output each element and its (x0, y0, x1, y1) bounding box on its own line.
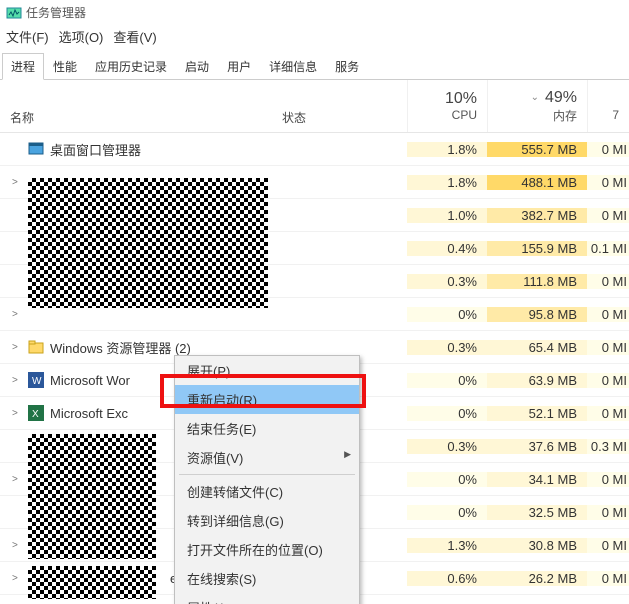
context-menu-item[interactable]: 转到详细信息(G) (175, 506, 359, 535)
cpu-cell: 0.3% (407, 340, 487, 355)
context-menu: 展开(P)重新启动(R)结束任务(E)资源值(V)▶ 创建转储文件(C)转到详细信… (174, 355, 360, 604)
cpu-cell: 0% (407, 505, 487, 520)
tabstrip: 进程性能应用历史记录启动用户详细信息服务 (0, 52, 629, 80)
dwm-icon (28, 141, 44, 157)
mem-cell: 95.8 MB (487, 307, 587, 322)
process-name: 桌面窗口管理器 (50, 140, 141, 159)
disk-cell: 0 MI (587, 538, 629, 553)
titlebar: 任务管理器 (0, 0, 629, 25)
expand-chevron-icon[interactable]: > (12, 474, 24, 485)
mem-cell: 111.8 MB (487, 274, 587, 289)
sort-chevron-icon: ⌄ (531, 92, 539, 103)
cpu-cell: 0% (407, 307, 487, 322)
explorer-icon (28, 339, 44, 355)
context-menu-item[interactable]: 在线搜索(S) (175, 564, 359, 593)
cpu-cell: 0% (407, 472, 487, 487)
tab-3[interactable]: 启动 (176, 53, 218, 80)
expand-chevron-icon[interactable]: > (12, 177, 24, 188)
process-name: Microsoft Exc (50, 406, 128, 421)
disk-cell: 0 MI (587, 406, 629, 421)
menubar: 文件(F) 选项(O) 查看(V) (0, 25, 629, 52)
tab-2[interactable]: 应用历史记录 (86, 53, 176, 80)
mem-cell: 555.7 MB (487, 142, 587, 157)
svg-text:X: X (32, 409, 39, 420)
blank-icon (28, 306, 44, 322)
tab-5[interactable]: 详细信息 (260, 53, 326, 80)
censor-block (28, 434, 156, 559)
window-title: 任务管理器 (26, 4, 86, 21)
tab-1[interactable]: 性能 (44, 53, 86, 80)
expand-chevron-icon[interactable]: > (12, 408, 24, 419)
cpu-cell: 0% (407, 406, 487, 421)
mem-cell: 155.9 MB (487, 241, 587, 256)
disk-cell: 0 MI (587, 472, 629, 487)
menu-separator (179, 474, 355, 475)
expand-chevron-icon[interactable]: > (12, 573, 24, 584)
mem-cell: 382.7 MB (487, 208, 587, 223)
menu-options[interactable]: 选项(O) (59, 27, 104, 46)
tab-0[interactable]: 进程 (2, 53, 44, 80)
disk-cell: 0 MI (587, 274, 629, 289)
cpu-cell: 1.8% (407, 175, 487, 190)
mem-cell: 30.8 MB (487, 538, 587, 553)
cpu-cell: 0.3% (407, 274, 487, 289)
context-menu-item[interactable]: 展开(P) (175, 356, 359, 385)
context-menu-item[interactable]: 资源值(V)▶ (175, 443, 359, 472)
mem-cell: 63.9 MB (487, 373, 587, 388)
col-name[interactable]: 名称 (0, 80, 272, 132)
cpu-cell: 1.0% (407, 208, 487, 223)
mem-cell: 34.1 MB (487, 472, 587, 487)
column-headers: 名称 状态 10% CPU ⌄49% 内存 7 (0, 80, 629, 133)
censor-block (28, 178, 268, 308)
expand-chevron-icon[interactable]: > (12, 375, 24, 386)
col-cpu[interactable]: 10% CPU (407, 80, 487, 132)
disk-cell: 0 MI (587, 175, 629, 190)
excel-icon: X (28, 405, 44, 421)
table-row[interactable]: 桌面窗口管理器 1.8%555.7 MB0 MI (0, 133, 629, 166)
taskmgr-icon (6, 5, 22, 21)
disk-cell: 0.1 MI (587, 241, 629, 256)
process-name: Microsoft Wor (50, 373, 130, 388)
context-menu-item[interactable]: 创建转储文件(C) (175, 477, 359, 506)
menu-file[interactable]: 文件(F) (6, 27, 49, 46)
cpu-cell: 0.6% (407, 571, 487, 586)
col-status[interactable]: 状态 (272, 80, 407, 132)
disk-cell: 0 MI (587, 142, 629, 157)
disk-cell: 0.3 MI (587, 439, 629, 454)
tab-6[interactable]: 服务 (326, 53, 368, 80)
context-menu-item[interactable]: 打开文件所在的位置(O) (175, 535, 359, 564)
col-mem[interactable]: ⌄49% 内存 (487, 80, 587, 132)
mem-cell: 26.2 MB (487, 571, 587, 586)
cpu-cell: 1.3% (407, 538, 487, 553)
cpu-cell: 0.4% (407, 241, 487, 256)
svg-text:W: W (32, 376, 42, 387)
submenu-arrow-icon: ▶ (344, 449, 351, 460)
col-disk[interactable]: 7 (587, 80, 629, 132)
disk-cell: 0 MI (587, 340, 629, 355)
mem-cell: 65.4 MB (487, 340, 587, 355)
mem-cell: 52.1 MB (487, 406, 587, 421)
expand-chevron-icon[interactable]: > (12, 540, 24, 551)
context-menu-item[interactable]: 属性(I) (175, 593, 359, 604)
censor-block (28, 566, 156, 599)
tab-4[interactable]: 用户 (218, 53, 260, 80)
context-menu-item[interactable]: 重新启动(R) (175, 385, 359, 414)
disk-cell: 0 MI (587, 571, 629, 586)
disk-cell: 0 MI (587, 307, 629, 322)
process-name: Windows 资源管理器 (2) (50, 338, 191, 357)
disk-cell: 0 MI (587, 505, 629, 520)
disk-cell: 0 MI (587, 208, 629, 223)
cpu-cell: 1.8% (407, 142, 487, 157)
cpu-cell: 0% (407, 373, 487, 388)
mem-cell: 32.5 MB (487, 505, 587, 520)
context-menu-item[interactable]: 结束任务(E) (175, 414, 359, 443)
menu-view[interactable]: 查看(V) (113, 27, 156, 46)
expand-chevron-icon[interactable]: > (12, 309, 24, 320)
mem-cell: 488.1 MB (487, 175, 587, 190)
mem-cell: 37.6 MB (487, 439, 587, 454)
disk-cell: 0 MI (587, 373, 629, 388)
cpu-cell: 0.3% (407, 439, 487, 454)
expand-chevron-icon[interactable]: > (12, 342, 24, 353)
word-icon: W (28, 372, 44, 388)
